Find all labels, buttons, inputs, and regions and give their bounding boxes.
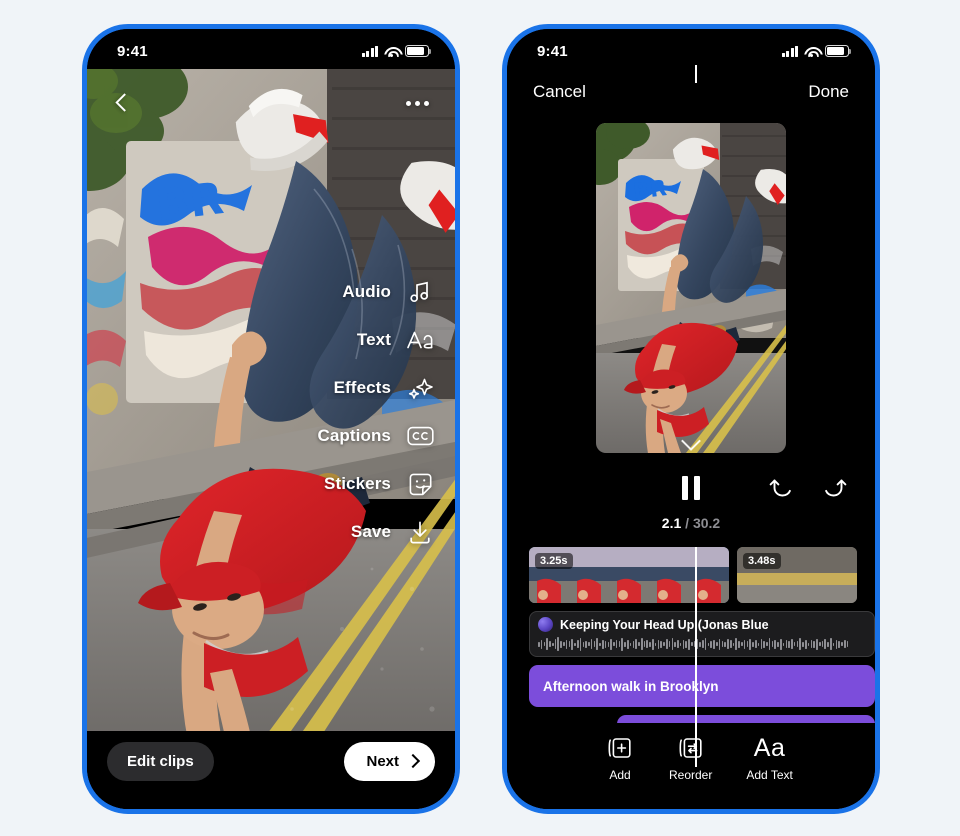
text-aa-icon [405,325,435,355]
video-preview-area[interactable]: BR Audio Text Effects Captions Stickers … [87,69,455,741]
audio-track[interactable]: Keeping Your Head Up (Jonas Blue [529,611,875,657]
chevron-left-icon[interactable] [113,93,133,113]
clip-duration-badge: 3.48s [743,553,781,569]
audio-waveform-icon [538,636,866,652]
audio-track-header: Keeping Your Head Up (Jonas Blue [538,617,866,632]
cellular-bars-icon [781,45,798,57]
status-icons [361,45,432,58]
side-menu-label: Effects [333,378,391,397]
sparkles-icon [405,373,435,403]
side-menu-label: Captions [317,426,391,445]
side-menu-label: Save [350,522,391,541]
album-art-icon [538,617,553,632]
add-text-button-label: Add Text [746,768,793,782]
reorder-clips-icon [676,735,706,761]
table-row[interactable]: 3.48s [737,547,857,603]
undo-redo-group [769,475,847,501]
chevron-down-icon[interactable] [680,434,702,445]
side-menu: Audio Text Effects Captions Stickers Sav… [317,275,435,549]
pause-button[interactable] [682,476,700,500]
table-row[interactable]: 3.25s [529,547,729,603]
side-menu-label: Stickers [324,474,391,493]
playhead-stem [695,65,697,83]
audio-track-title: Keeping Your Head Up (Jonas Blue [560,617,769,632]
video-preview[interactable]: BR [596,123,786,453]
edit-clips-button[interactable]: Edit clips [107,741,214,781]
right-status-bar: 9:41 [507,29,875,69]
music-note-icon [405,277,435,307]
timecode-current: 2.1 [661,515,682,531]
left-screen: 9:41 BR Audio Text Effects Captions Stic… [87,29,455,809]
cellular-bars-icon [361,45,378,57]
side-menu-item-audio[interactable]: Audio [317,275,435,309]
cancel-button[interactable]: Cancel [533,82,586,102]
left-bottom-bar: Edit clips Next [87,731,455,809]
side-menu-item-text[interactable]: Text [317,323,435,357]
status-icons [781,45,852,58]
phone-right: 9:41 Cancel Done BR 2.1 / 30.2 3.25s 3.4… [502,24,880,814]
status-time: 9:41 [117,42,148,60]
next-button[interactable]: Next [344,741,435,781]
add-button[interactable]: Add [605,735,635,782]
add-clip-icon [605,735,635,761]
timecode-display: 2.1 / 30.2 [507,515,875,541]
svg-text:BR: BR [153,173,226,232]
chevron-right-icon [408,756,419,767]
wifi-icon [384,46,399,58]
battery-icon [825,45,852,57]
sticker-face-icon [405,469,435,499]
transport-controls [507,461,875,515]
right-screen: 9:41 Cancel Done BR 2.1 / 30.2 3.25s 3.4… [507,29,875,809]
side-menu-item-stickers[interactable]: Stickers [317,467,435,501]
side-menu-item-effects[interactable]: Effects [317,371,435,405]
phone-left: 9:41 BR Audio Text Effects Captions Stic… [82,24,460,814]
timecode-separator: / [685,515,690,531]
left-status-bar: 9:41 [87,29,455,69]
clip-duration-badge: 3.25s [535,553,573,569]
text-aa-icon: Aa [753,734,786,762]
text-track-1[interactable]: Afternoon walk in Brooklyn [529,665,875,707]
download-arrow-icon [405,517,435,547]
left-top-controls [87,93,455,113]
clips-track: 3.25s 3.48s [529,547,875,603]
screenshot-stage: 9:41 BR Audio Text Effects Captions Stic… [0,0,960,836]
preview-photo: BR [596,123,786,453]
editor-header: Cancel Done [507,69,875,115]
next-button-label: Next [366,752,399,770]
right-bottom-bar: Add Reorder Aa Add Text [507,723,875,809]
status-time: 9:41 [537,42,568,60]
battery-icon [405,45,432,57]
add-button-label: Add [609,768,631,782]
svg-text:BR: BR [632,176,669,205]
timecode-total: 30.2 [692,515,721,531]
side-menu-label: Text [356,330,391,349]
undo-arrow-icon[interactable] [769,475,795,501]
side-menu-label: Audio [342,282,391,301]
text-track-label: Afternoon walk in Brooklyn [543,678,719,694]
done-button[interactable]: Done [808,82,849,102]
more-options-icon[interactable] [406,100,429,106]
reorder-button-label: Reorder [669,768,713,782]
reorder-button[interactable]: Reorder [669,735,712,782]
closed-captions-icon [405,421,435,451]
side-menu-item-captions[interactable]: Captions [317,419,435,453]
add-text-button[interactable]: Aa Add Text [746,735,792,782]
side-menu-item-save[interactable]: Save [317,515,435,549]
wifi-icon [804,46,819,58]
redo-arrow-icon[interactable] [821,475,847,501]
